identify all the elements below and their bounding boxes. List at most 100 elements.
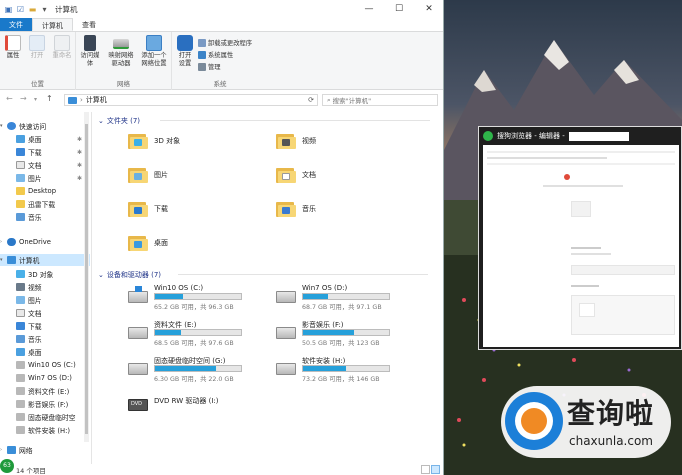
nav-videos[interactable]: 视频 [0, 281, 90, 293]
collapse-chevron-icon[interactable]: ⌄ [98, 117, 104, 125]
customize-quick-access-icon[interactable]: ▾ [40, 5, 49, 14]
system-properties-button[interactable]: 系统属性 [198, 50, 233, 59]
up-arrow-icon[interactable]: ↑ [46, 94, 53, 103]
drive-f[interactable]: 影音娱乐 (F:) 50.5 GB 可用，共 123 GB [276, 320, 416, 352]
music-icon [16, 335, 25, 343]
folder-music[interactable]: 音乐 [276, 200, 316, 218]
breadcrumb-computer[interactable]: 计算机 [86, 95, 107, 105]
properties-button[interactable]: 属性 [4, 35, 22, 60]
nav-drive-h[interactable]: 软件安装 (H:) [0, 424, 90, 436]
uninstall-program-button[interactable]: 卸载或更改程序 [198, 38, 252, 47]
windows-drive-icon [128, 286, 148, 303]
system-properties-icon [198, 50, 206, 59]
drive-c[interactable]: Win10 OS (C:) 65.2 GB 可用，共 96.3 GB [128, 284, 268, 316]
nav-drive-g[interactable]: 固态硬盘临时空 [0, 411, 90, 423]
drive-g[interactable]: 固态硬盘临时空间 (G:) 6.30 GB 可用，共 22.0 GB [128, 356, 268, 388]
nav-drive-d[interactable]: Win7 OS (D:) [0, 372, 90, 384]
folder-downloads[interactable]: 下载 [128, 200, 168, 218]
maximize-button[interactable]: ☐ [384, 0, 414, 18]
nav-onedrive[interactable]: › OneDrive [0, 236, 90, 248]
properties-quick-icon[interactable]: ☑ [16, 5, 25, 14]
nav-desktop-folder[interactable]: Desktop [0, 185, 90, 197]
refresh-icon[interactable]: ⟳ [308, 96, 314, 104]
search-box[interactable]: ⌕ 搜索"计算机" [322, 94, 438, 106]
rename-button[interactable]: 重命名 [50, 35, 74, 60]
nav-pc-documents[interactable]: 文档 [0, 307, 90, 319]
expand-arrow-icon[interactable]: › [0, 447, 7, 453]
access-media-button[interactable]: 访问媒体 [79, 35, 101, 68]
folder-pictures[interactable]: 图片 [128, 166, 168, 184]
network-location-icon [146, 35, 162, 51]
folder-documents[interactable]: 文档 [276, 166, 316, 184]
nav-pc-music[interactable]: 音乐 [0, 333, 90, 345]
address-bar[interactable]: › 计算机 ⟳ [64, 94, 318, 106]
nav-xunlei-downloads[interactable]: 迅雷下载 [0, 198, 90, 210]
recent-locations-chevron-icon[interactable]: ▾ [34, 96, 37, 103]
folder-videos[interactable]: 视频 [276, 132, 316, 150]
nav-pc-pictures[interactable]: 图片 [0, 294, 90, 306]
breadcrumb-chevron-icon[interactable]: › [80, 96, 83, 104]
drive-e[interactable]: 资料文件 (E:) 68.5 GB 可用，共 97.6 GB [128, 320, 268, 352]
pin-icon[interactable]: ✱ [77, 136, 82, 143]
tiles-view-button[interactable] [431, 465, 440, 474]
drive-usage-fill [155, 330, 181, 335]
forward-arrow-icon[interactable]: → [20, 94, 27, 103]
thumbnail-page-content [483, 145, 679, 347]
drive-icon [16, 413, 25, 421]
nav-pictures[interactable]: 图片 ✱ [0, 172, 90, 184]
search-placeholder: 搜索"计算机" [332, 97, 372, 105]
drive-dvd[interactable]: DVD DVD RW 驱动器 (I:) [128, 392, 268, 424]
section-header-devices[interactable]: ⌄ 设备和驱动器 (7) [98, 270, 428, 280]
nav-downloads[interactable]: 下载 ✱ [0, 146, 90, 158]
section-divider [178, 274, 428, 275]
expand-arrow-icon[interactable]: ▾ [0, 257, 7, 263]
minimize-button[interactable]: — [354, 0, 384, 18]
open-settings-button[interactable]: 打开 设置 [176, 35, 194, 68]
close-button[interactable]: ✕ [414, 0, 443, 18]
nav-3d-objects[interactable]: 3D 对象 [0, 268, 90, 280]
expand-arrow-icon[interactable]: ▾ [0, 123, 7, 129]
add-network-location-button[interactable]: 添加一个 网络位置 [138, 35, 170, 68]
folder-3d-objects[interactable]: 3D 对象 [128, 132, 180, 150]
folder-desktop[interactable]: 桌面 [128, 234, 168, 252]
tab-view[interactable]: 查看 [73, 18, 105, 31]
pin-icon[interactable]: ✱ [77, 175, 82, 182]
manage-button[interactable]: 管理 [198, 62, 221, 71]
section-header-folders[interactable]: ⌄ 文件夹 (7) [98, 116, 430, 126]
drive-h[interactable]: 软件安装 (H:) 73.2 GB 可用，共 146 GB [276, 356, 416, 388]
3d-objects-folder-icon [128, 132, 148, 150]
star-icon [7, 122, 16, 130]
desktop-icon [16, 135, 25, 143]
search-icon: ⌕ [327, 95, 331, 104]
collapse-chevron-icon[interactable]: ⌄ [98, 271, 104, 279]
nav-scrollbar-thumb[interactable] [85, 124, 88, 434]
nav-music[interactable]: 音乐 [0, 211, 90, 223]
browser-thumbnail-preview[interactable]: 搜狗浏览器 - 编辑器 - [478, 126, 682, 350]
pin-icon[interactable]: ✱ [77, 162, 82, 169]
nav-pc-desktop[interactable]: 桌面 [0, 346, 90, 358]
nav-documents[interactable]: 文档 ✱ [0, 159, 90, 171]
map-network-drive-button[interactable]: 映射网络 驱动器 [106, 35, 136, 68]
tab-computer[interactable]: 计算机 [32, 18, 73, 31]
group-label-system: 系统 [213, 80, 227, 88]
open-button[interactable]: 打开 [28, 35, 46, 60]
nav-desktop[interactable]: 桌面 ✱ [0, 133, 90, 145]
nav-drive-f[interactable]: 影音娱乐 (F:) [0, 398, 90, 410]
nav-pc-downloads[interactable]: 下载 [0, 320, 90, 332]
drive-d[interactable]: Win7 OS (D:) 68.7 GB 可用，共 97.1 GB [276, 284, 416, 316]
nav-this-pc[interactable]: ▾ 计算机 [0, 254, 90, 266]
tab-file[interactable]: 文件 [0, 18, 32, 31]
nav-drive-c[interactable]: Win10 OS (C:) [0, 359, 90, 371]
expand-arrow-icon[interactable]: › [0, 239, 7, 245]
pin-icon[interactable]: ✱ [77, 149, 82, 156]
drive-usage-fill [155, 294, 183, 299]
nav-scrollbar[interactable] [84, 112, 89, 442]
pictures-icon [16, 296, 25, 304]
nav-drive-e[interactable]: 资料文件 (E:) [0, 385, 90, 397]
new-folder-quick-icon[interactable]: ▬ [28, 5, 37, 14]
nav-network[interactable]: › 网络 [0, 444, 90, 456]
nav-quick-access[interactable]: ▾ 快速访问 [0, 120, 90, 132]
group-label-location: 位置 [31, 80, 44, 88]
back-arrow-icon[interactable]: ← [6, 94, 13, 103]
details-view-button[interactable] [421, 465, 430, 474]
